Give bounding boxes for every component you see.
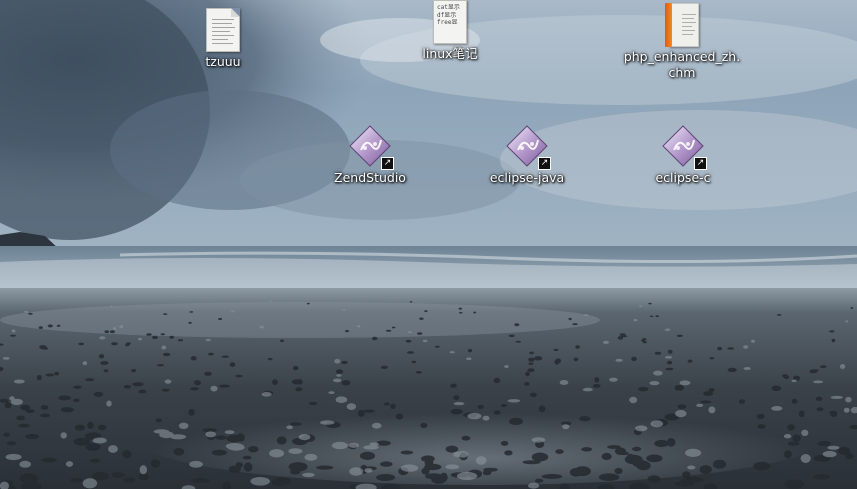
chm-document-icon <box>665 3 699 47</box>
desktop-icon-eclipse-java[interactable]: ↗ eclipse-java <box>467 124 587 186</box>
desktop-icon-label: tzuuu <box>205 54 241 69</box>
desktop-icon-zendstudio[interactable]: ↗ ZendStudio <box>310 124 430 186</box>
shortcut-arrow-icon: ↗ <box>538 157 551 170</box>
eclipse-launcher-icon: ↗ <box>505 124 551 170</box>
desktop-icon-eclipse-c[interactable]: ↗ eclipse-c <box>623 124 743 186</box>
text-document-icon <box>206 8 240 52</box>
eclipse-launcher-icon: ↗ <box>661 124 707 170</box>
shortcut-arrow-icon: ↗ <box>381 157 394 170</box>
desktop-icon-label: eclipse-java <box>489 170 565 185</box>
desktop-icon-label: ZendStudio <box>334 170 406 185</box>
desktop-icon-php-chm[interactable]: php_enhanced_zh. chm <box>622 3 742 81</box>
desktop-icon-linux-notes[interactable]: cat显示 df显示 free显 linux笔记 <box>390 0 510 62</box>
eclipse-launcher-icon: ↗ <box>348 124 394 170</box>
desktop-icon-label: php_enhanced_zh. chm <box>623 49 741 80</box>
shortcut-arrow-icon: ↗ <box>694 157 707 170</box>
text-document-preview-icon: cat显示 df显示 free显 <box>433 0 467 44</box>
desktop-icon-label: eclipse-c <box>655 170 711 185</box>
desktop[interactable]: tzuuu cat显示 df显示 free显 linux笔记 php_enhan… <box>0 0 857 489</box>
desktop-icon-label: linux笔记 <box>422 46 478 61</box>
desktop-icon-tzuuu[interactable]: tzuuu <box>163 8 283 70</box>
